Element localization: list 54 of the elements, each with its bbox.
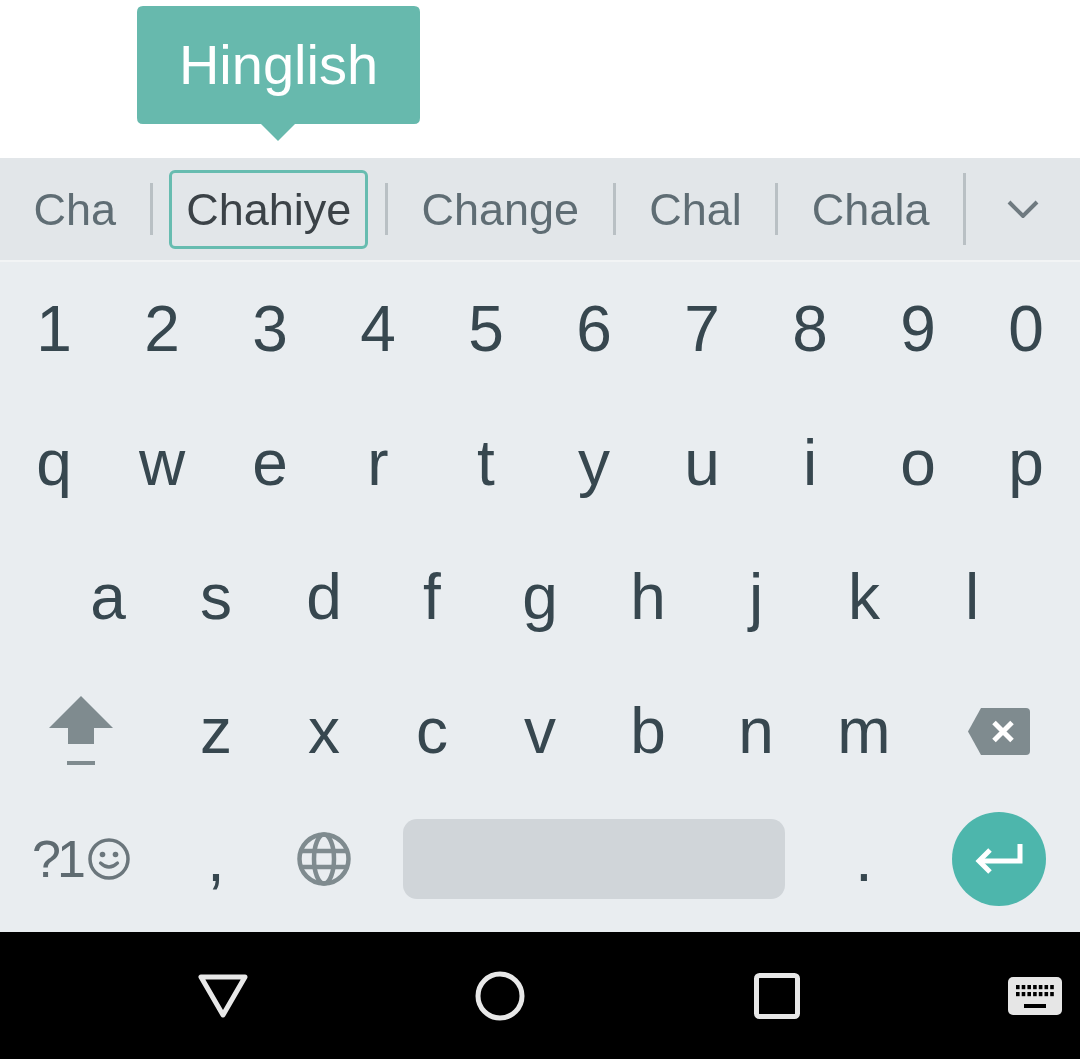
chevron-down-icon	[1007, 200, 1039, 218]
keyboard-key[interactable]: e	[252, 431, 288, 495]
keyboard-key[interactable]: 8	[792, 297, 828, 361]
keyboard-key[interactable]: f	[423, 565, 441, 629]
triangle-icon	[196, 972, 249, 1019]
circle-icon	[474, 970, 525, 1021]
keyboard-key[interactable]: 3	[252, 297, 288, 361]
keyboard-key[interactable]: c	[416, 699, 448, 763]
keyboard-key[interactable]: l	[964, 565, 980, 629]
keyboard-key[interactable]: 2	[144, 297, 180, 361]
keyboard-key[interactable]: 7	[684, 297, 720, 361]
square-icon	[754, 972, 800, 1019]
suggestion[interactable]: Chahiye	[169, 169, 369, 249]
shift-key[interactable]	[49, 696, 113, 766]
keyboard-key[interactable]: k	[848, 565, 880, 629]
keyboard-key[interactable]: 6	[576, 297, 612, 361]
keyboard-key[interactable]: w	[138, 431, 186, 495]
suggestion[interactable]: Chal	[632, 169, 759, 249]
keyboard-key[interactable]: v	[524, 699, 556, 763]
globe-icon	[297, 832, 351, 886]
keyboard-key[interactable]: m	[837, 699, 891, 763]
keyboard-key[interactable]: r	[367, 431, 389, 495]
keyboard-key[interactable]: a	[90, 565, 126, 629]
keyboard-key[interactable]: t	[477, 431, 495, 495]
keyboard-key[interactable]: s	[200, 565, 232, 629]
keyboard-icon	[1007, 976, 1062, 1015]
keyboard-key[interactable]: o	[900, 431, 936, 495]
shift-arrow-icon	[49, 696, 113, 766]
keyboard-key[interactable]: z	[200, 699, 232, 763]
backspace-icon	[968, 707, 1030, 755]
symbols-key[interactable]: ?1	[32, 833, 130, 885]
expand-suggestions-button[interactable]	[1007, 200, 1039, 218]
keyboard-key[interactable]: i	[802, 431, 818, 495]
keyboard-key[interactable]: 0	[1008, 297, 1044, 361]
keyboard-key[interactable]: n	[738, 699, 774, 763]
keyboard-key[interactable]: 9	[900, 297, 936, 361]
keyboard-key[interactable]: 4	[360, 297, 396, 361]
keyboard-key[interactable]: 5	[468, 297, 504, 361]
language-key[interactable]	[297, 832, 351, 886]
keyboard-key[interactable]: b	[630, 699, 666, 763]
keyboard-key[interactable]: u	[684, 431, 720, 495]
keyboard-key[interactable]: ,	[207, 827, 225, 891]
language-tooltip: Hinglish	[137, 6, 420, 141]
keyboard-key[interactable]: .	[855, 827, 873, 891]
backspace-key[interactable]	[968, 707, 1030, 755]
suggestion[interactable]: Change	[404, 169, 597, 249]
keyboard-key[interactable]: 1	[36, 297, 72, 361]
suggestion[interactable]: Chala	[794, 169, 947, 249]
return-arrow-icon	[974, 842, 1024, 876]
keyboard-key[interactable]: d	[306, 565, 342, 629]
keyboard-key[interactable]: x	[308, 699, 340, 763]
keyboard-key[interactable]: h	[630, 565, 666, 629]
suggestion[interactable]: Cha	[16, 169, 134, 249]
smiley-icon	[87, 838, 130, 880]
